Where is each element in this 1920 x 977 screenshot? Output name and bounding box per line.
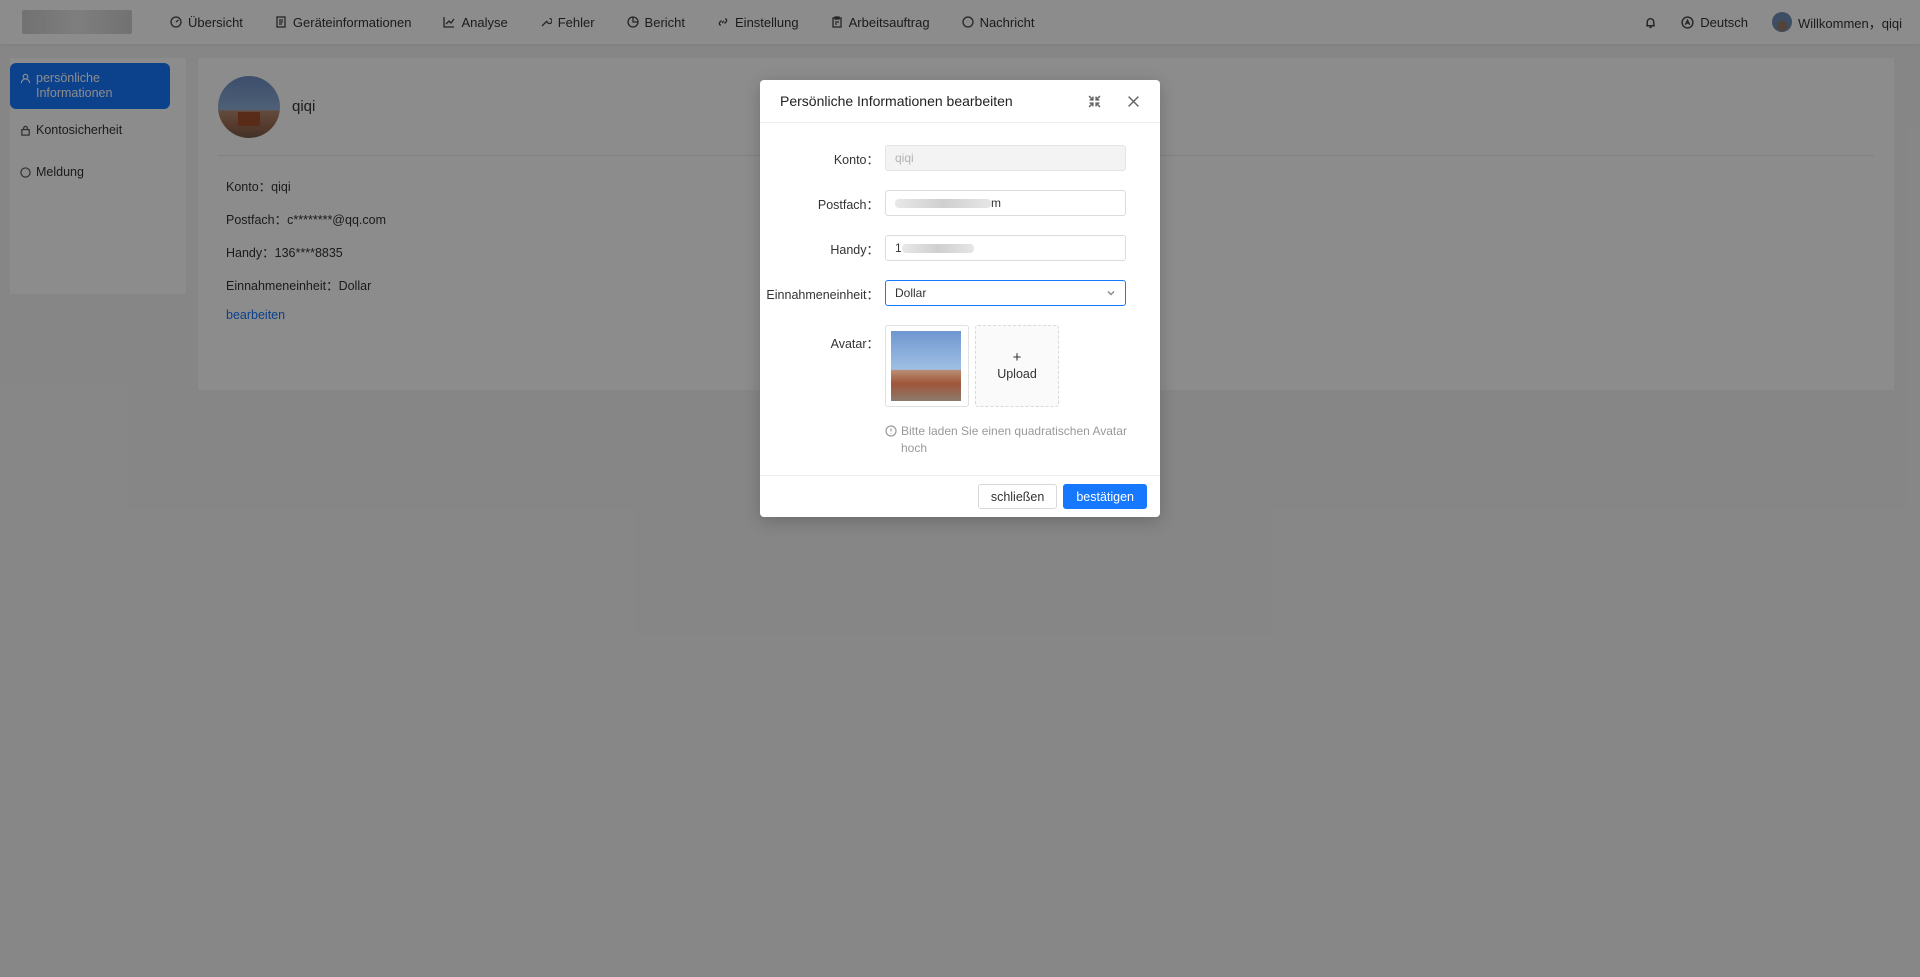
phone-field[interactable]: 1	[885, 235, 1126, 261]
upload-label: Upload	[997, 367, 1037, 381]
redacted-text	[895, 198, 991, 208]
collapse-icon[interactable]	[1088, 95, 1101, 108]
mailbox-field[interactable]: m	[885, 190, 1126, 216]
dialog-header: Persönliche Informationen bearbeiten	[760, 80, 1160, 123]
field-label: Konto：	[833, 152, 879, 167]
account-field: qiqi	[885, 145, 1126, 171]
field-value: m	[991, 196, 1001, 210]
edit-profile-form: Konto： qiqi Postfach： m Handy： 1 Einnahm…	[760, 123, 1160, 457]
plus-icon: +	[1012, 349, 1022, 366]
confirm-button[interactable]: bestätigen	[1063, 484, 1147, 509]
close-button[interactable]: schließen	[977, 484, 1058, 509]
field-value: 1	[895, 241, 902, 255]
close-icon[interactable]	[1127, 95, 1140, 108]
avatar-hint: Bitte laden Sie einen quadratischen Avat…	[885, 423, 1135, 457]
avatar-thumbnail	[891, 331, 961, 401]
form-row-phone: Handy： 1	[760, 235, 1160, 261]
edit-profile-dialog: Persönliche Informationen bearbeiten Kon…	[760, 80, 1160, 517]
avatar-preview[interactable]	[885, 325, 969, 407]
redacted-text	[901, 243, 974, 253]
form-row-mailbox: Postfach： m	[760, 190, 1160, 216]
field-label: Einnahmeneinheit：	[766, 287, 879, 302]
dialog-actions	[1088, 95, 1140, 108]
field-label: Avatar：	[830, 337, 879, 351]
field-value: qiqi	[895, 151, 914, 165]
upload-button[interactable]: + Upload	[975, 325, 1059, 407]
form-row-avatar: Avatar： + Upload	[760, 325, 1160, 409]
info-circle-icon	[885, 425, 897, 437]
dialog-title: Persönliche Informationen bearbeiten	[780, 93, 1013, 109]
form-row-income-unit: Einnahmeneinheit： Dollar	[760, 280, 1160, 306]
hint-text: Bitte laden Sie einen quadratischen Avat…	[901, 424, 1127, 455]
chevron-down-icon	[1107, 291, 1115, 296]
dialog-footer: schließen bestätigen	[760, 475, 1160, 517]
income-unit-select[interactable]: Dollar	[885, 280, 1126, 306]
form-row-account: Konto： qiqi	[760, 145, 1160, 171]
field-label: Postfach：	[817, 197, 879, 212]
selected-value: Dollar	[895, 286, 927, 300]
field-label: Handy：	[830, 242, 879, 257]
